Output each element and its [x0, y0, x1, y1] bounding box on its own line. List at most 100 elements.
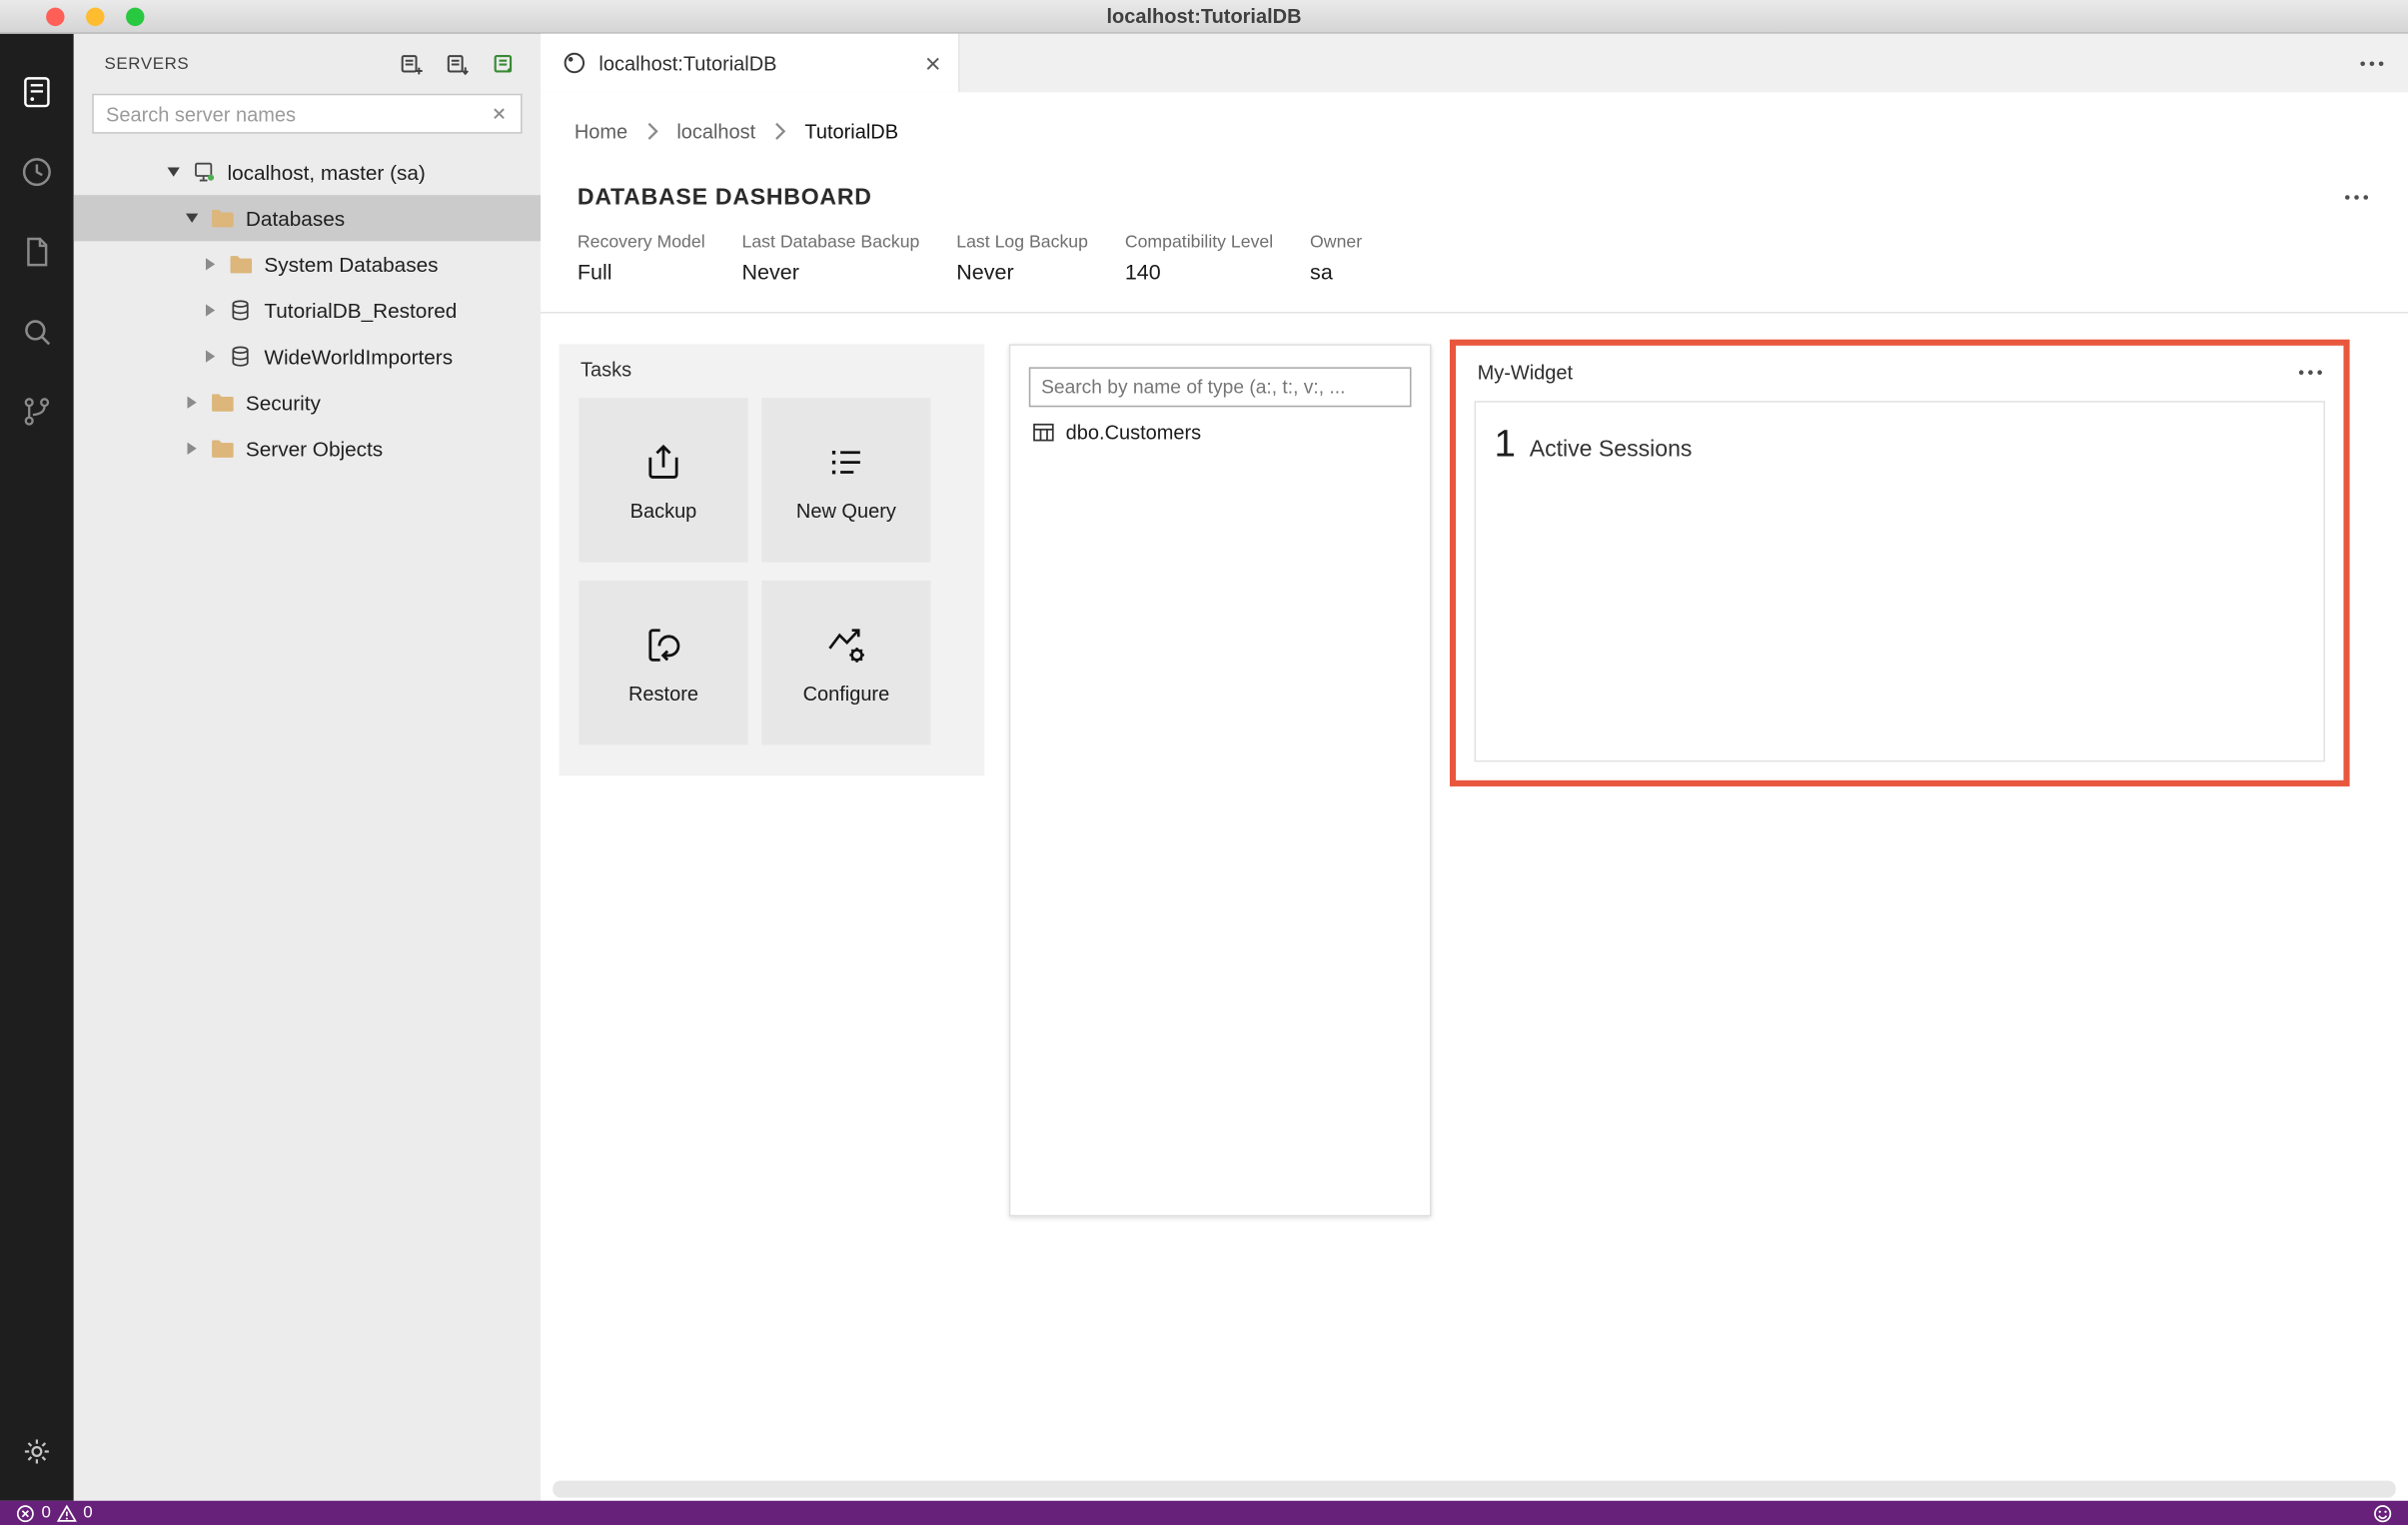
- tree-item-localhost[interactable]: localhost, master (sa): [74, 149, 541, 195]
- dashboard-more-actions-icon[interactable]: [2344, 194, 2369, 200]
- active-sessions-count: 1: [1494, 422, 1516, 466]
- tree-item-system-databases[interactable]: System Databases: [74, 241, 541, 287]
- chevron-down-icon[interactable]: [160, 160, 188, 185]
- titlebar: localhost:TutorialDB: [0, 0, 2408, 34]
- chevron-right-icon[interactable]: [197, 298, 225, 323]
- tab-localhost-tutorialdb[interactable]: localhost:TutorialDB: [541, 33, 960, 93]
- object-search-widget: dbo.Customers: [1008, 344, 1432, 1217]
- property-label: Compatibility Level: [1124, 233, 1274, 253]
- main-area: localhost:TutorialDB Home localhost Tuto…: [541, 33, 2408, 1501]
- property: Last Database Backup Never: [742, 234, 920, 285]
- sidebar-title: SERVERS: [104, 55, 190, 74]
- warning-icon: [57, 1503, 78, 1523]
- clear-search-icon[interactable]: [490, 105, 508, 123]
- dashboard-icon: [563, 51, 588, 76]
- tree-item-label: localhost, master (sa): [227, 160, 426, 184]
- search-input[interactable]: [106, 102, 491, 126]
- restore-icon: [640, 622, 686, 668]
- breadcrumb-tutorialdb[interactable]: TutorialDB: [804, 119, 898, 142]
- tab-label: localhost:TutorialDB: [599, 51, 777, 75]
- tree-item-label: System Databases: [264, 252, 439, 276]
- folder-icon: [209, 390, 235, 415]
- database-icon: [227, 344, 253, 369]
- server-icon: [191, 160, 217, 185]
- tree-item-wideworldimporters[interactable]: WideWorldImporters: [74, 334, 541, 380]
- chevron-right-icon[interactable]: [178, 437, 206, 462]
- property: Last Log Backup Never: [956, 234, 1088, 285]
- folder-icon: [227, 252, 253, 277]
- tree-item-security[interactable]: Security: [74, 380, 541, 426]
- property-value: Never: [741, 259, 799, 285]
- my-widget-more-actions-icon[interactable]: [2298, 369, 2322, 375]
- explorer-icon[interactable]: [0, 212, 74, 292]
- servers-sidebar: SERVERS Search server names localhost, m…: [73, 33, 542, 1501]
- property-value: 140: [1124, 259, 1161, 285]
- status-bar: 0 0: [0, 1500, 2408, 1525]
- property-label: Recovery Model: [577, 233, 705, 253]
- configure-button[interactable]: Configure: [761, 580, 931, 746]
- backup-button[interactable]: Backup: [579, 398, 748, 563]
- tree-item-label: Databases: [245, 206, 346, 230]
- close-tab-icon[interactable]: [923, 53, 943, 73]
- tree-item-tutorialdb-restored[interactable]: TutorialDB_Restored: [74, 287, 541, 333]
- property-label: Last Database Backup: [741, 233, 920, 253]
- task-history-icon[interactable]: [0, 132, 74, 212]
- new-query-button[interactable]: New Query: [761, 398, 931, 563]
- task-label: Backup: [629, 498, 697, 522]
- traffic-lights: [46, 7, 145, 27]
- chevron-right-icon[interactable]: [178, 390, 206, 415]
- configure-icon: [823, 622, 869, 668]
- property: Compatibility Level 140: [1125, 234, 1273, 285]
- task-label: Configure: [802, 681, 890, 705]
- folder-icon: [209, 437, 235, 462]
- source-control-icon[interactable]: [0, 372, 74, 452]
- dashboard-title: DATABASE DASHBOARD: [577, 183, 872, 210]
- property: Owner sa: [1310, 234, 1362, 285]
- new-server-group-icon[interactable]: [446, 52, 471, 77]
- chevron-right-icon[interactable]: [197, 252, 225, 277]
- maximize-window-button[interactable]: [126, 7, 145, 27]
- warning-count: 0: [83, 1503, 93, 1523]
- folder-icon: [209, 206, 235, 231]
- server-tree: localhost, master (sa) Databases System …: [73, 149, 542, 1501]
- chevron-down-icon[interactable]: [178, 206, 206, 231]
- tabstrip-more-actions-icon[interactable]: [2360, 34, 2408, 92]
- restore-button[interactable]: Restore: [579, 580, 748, 746]
- close-window-button[interactable]: [46, 7, 65, 27]
- settings-gear-icon[interactable]: [0, 1421, 74, 1501]
- my-widget-body: 1 Active Sessions: [1474, 401, 2326, 762]
- chevron-right-icon[interactable]: [197, 344, 225, 369]
- object-label: dbo.Customers: [1065, 421, 1202, 445]
- active-sessions-label: Active Sessions: [1529, 436, 1693, 463]
- active-connections-icon[interactable]: [492, 52, 517, 77]
- tasks-widget: Tasks Backup New Query Restore Configure: [559, 344, 985, 776]
- breadcrumb-localhost[interactable]: localhost: [676, 119, 755, 142]
- chevron-right-icon: [774, 121, 786, 141]
- tree-item-label: TutorialDB_Restored: [264, 298, 458, 323]
- new-connection-icon[interactable]: [400, 52, 425, 77]
- error-count: 0: [41, 1503, 51, 1523]
- object-search-input[interactable]: [1028, 367, 1412, 408]
- connections-icon[interactable]: [0, 52, 74, 132]
- minimize-window-button[interactable]: [86, 7, 105, 27]
- tasks-widget-title: Tasks: [580, 358, 632, 382]
- property-label: Last Log Backup: [956, 233, 1088, 253]
- object-list-item[interactable]: dbo.Customers: [1032, 421, 1430, 444]
- tree-item-server-objects[interactable]: Server Objects: [74, 426, 541, 472]
- task-label: Restore: [627, 681, 698, 705]
- window-title: localhost:TutorialDB: [1106, 4, 1302, 28]
- breadcrumb-home[interactable]: Home: [575, 119, 627, 142]
- tree-item-label: Server Objects: [245, 437, 384, 461]
- problems-indicator[interactable]: 0 0: [15, 1503, 93, 1523]
- activity-bar: [0, 33, 74, 1501]
- property-value: Full: [577, 259, 612, 285]
- database-properties: Recovery Model Full Last Database Backup…: [541, 224, 2408, 314]
- horizontal-scrollbar[interactable]: [553, 1480, 2396, 1498]
- tree-item-label: WideWorldImporters: [264, 345, 454, 369]
- tree-item-databases[interactable]: Databases: [73, 195, 542, 242]
- chevron-right-icon: [646, 121, 658, 141]
- table-icon: [1032, 421, 1055, 444]
- task-label: New Query: [795, 498, 896, 522]
- search-icon[interactable]: [0, 292, 74, 372]
- feedback-smiley-icon[interactable]: [2373, 1503, 2393, 1523]
